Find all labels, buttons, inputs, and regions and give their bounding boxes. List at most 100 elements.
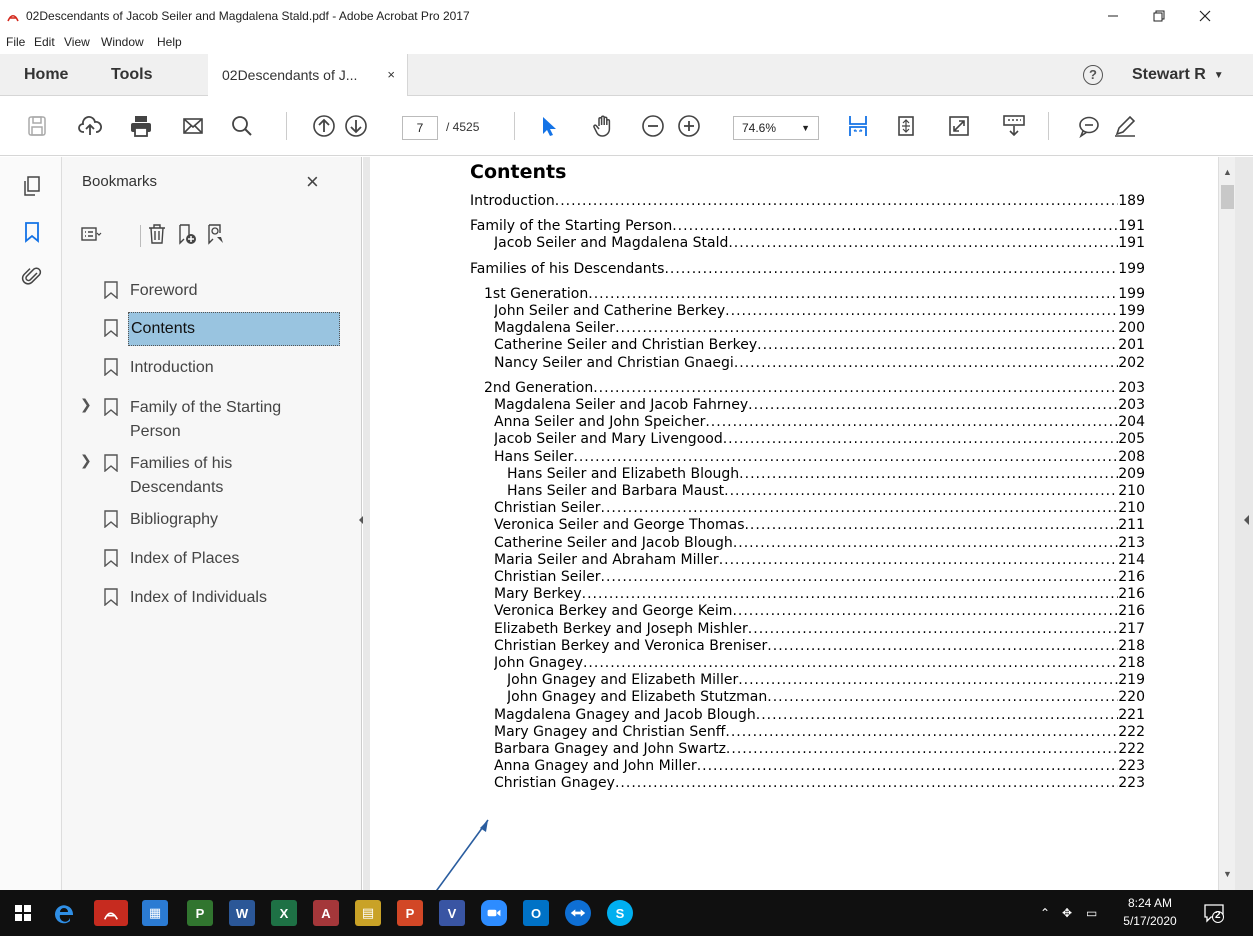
dropbox-tray-icon[interactable]: ✥ bbox=[1062, 890, 1072, 936]
bookmarks-button[interactable] bbox=[21, 221, 43, 243]
scrollbar-thumb[interactable] bbox=[1221, 185, 1234, 209]
project-taskbar-button[interactable]: P bbox=[187, 900, 213, 926]
chevron-right-icon[interactable]: ❯ bbox=[80, 452, 92, 469]
attachments-button[interactable] bbox=[21, 265, 43, 287]
toc-entry[interactable]: John Gnagey and Elizabeth Stutzman 220 bbox=[507, 689, 1145, 707]
toc-entry[interactable]: John Gnagey and Elizabeth Miller 219 bbox=[507, 672, 1145, 690]
fit-page-button[interactable] bbox=[845, 113, 871, 139]
document-viewport[interactable]: Contents Introduction 189 Family of the St… bbox=[363, 157, 1253, 890]
tab-document[interactable]: 02Descendants of J... × bbox=[208, 54, 408, 96]
toc-entry[interactable]: Hans Seiler and Elizabeth Blough 209 bbox=[507, 466, 1145, 484]
toc-entry[interactable]: Hans Seiler 208 bbox=[494, 449, 1145, 467]
zoom-out-button[interactable] bbox=[640, 113, 666, 139]
toc-entry[interactable]: Family of the Starting Person 191 bbox=[470, 218, 1145, 236]
toc-entry[interactable]: Hans Seiler and Barbara Maust 210 bbox=[507, 483, 1145, 501]
toc-entry[interactable]: Barbara Gnagey and John Swartz 222 bbox=[494, 741, 1145, 759]
skype-taskbar-button[interactable]: S bbox=[607, 900, 633, 926]
tab-home[interactable]: Home bbox=[24, 54, 68, 96]
toc-entry[interactable]: John Gnagey 218 bbox=[494, 655, 1145, 673]
toc-entry[interactable]: 1st Generation 199 bbox=[484, 286, 1145, 304]
hand-tool-button[interactable] bbox=[590, 113, 616, 139]
toc-entry[interactable]: Mary Berkey 216 bbox=[494, 586, 1145, 604]
network-tray-icon[interactable]: ▭ bbox=[1086, 890, 1097, 936]
toc-entry[interactable]: Christian Seiler 216 bbox=[494, 569, 1145, 587]
minimize-button[interactable] bbox=[1090, 4, 1136, 28]
show-hidden-icons[interactable]: ⌃ bbox=[1040, 890, 1050, 936]
page-thumbnails-button[interactable] bbox=[21, 175, 43, 197]
toc-entry[interactable]: Christian Seiler 210 bbox=[494, 500, 1145, 518]
email-button[interactable] bbox=[180, 113, 206, 139]
toc-entry[interactable]: Anna Seiler and John Speicher 204 bbox=[494, 414, 1145, 432]
help-icon[interactable]: ? bbox=[1083, 65, 1103, 85]
next-page-button[interactable] bbox=[343, 113, 369, 139]
vertical-scrollbar[interactable]: ▲ ▼ bbox=[1218, 157, 1235, 890]
toc-entry[interactable]: Jacob Seiler and Mary Livengood 205 bbox=[494, 431, 1145, 449]
print-button[interactable] bbox=[128, 113, 154, 139]
user-account-menu[interactable]: Stewart R ▼ bbox=[1132, 54, 1224, 96]
previous-page-button[interactable] bbox=[311, 113, 337, 139]
scroll-down-icon[interactable]: ▼ bbox=[1223, 869, 1232, 879]
select-tool-button[interactable] bbox=[536, 113, 562, 139]
tab-tools[interactable]: Tools bbox=[111, 54, 152, 96]
visio-taskbar-button[interactable]: V bbox=[439, 900, 465, 926]
toc-entry[interactable]: Mary Gnagey and Christian Senff 222 bbox=[494, 724, 1145, 742]
teamviewer-taskbar-button[interactable] bbox=[565, 900, 591, 926]
toc-entry[interactable]: Magdalena Seiler 200 bbox=[494, 320, 1145, 338]
save-button[interactable] bbox=[24, 113, 50, 139]
highlight-button[interactable] bbox=[1112, 113, 1138, 139]
menu-view[interactable]: View bbox=[64, 35, 90, 49]
comment-button[interactable] bbox=[1076, 113, 1102, 139]
toc-entry[interactable]: Maria Seiler and Abraham Miller 214 bbox=[494, 552, 1145, 570]
edge-taskbar-button[interactable] bbox=[52, 900, 78, 926]
restore-button[interactable] bbox=[1136, 4, 1182, 28]
zoom-in-button[interactable] bbox=[676, 113, 702, 139]
toc-entry[interactable]: Veronica Berkey and George Keim 216 bbox=[494, 603, 1145, 621]
bookmark-options-button[interactable] bbox=[80, 223, 104, 247]
toc-entry[interactable]: Catherine Seiler and Jacob Blough 213 bbox=[494, 535, 1145, 553]
full-screen-button[interactable] bbox=[946, 113, 972, 139]
toc-entry[interactable]: Magdalena Gnagey and Jacob Blough 221 bbox=[494, 707, 1145, 725]
menu-window[interactable]: Window bbox=[101, 35, 144, 49]
toc-entry[interactable]: Elizabeth Berkey and Joseph Mishler 217 bbox=[494, 621, 1145, 639]
outlook-taskbar-button[interactable]: O bbox=[523, 900, 549, 926]
menu-edit[interactable]: Edit bbox=[34, 35, 55, 49]
toc-entry[interactable]: Magdalena Seiler and Jacob Fahrney 203 bbox=[494, 397, 1145, 415]
scroll-up-icon[interactable]: ▲ bbox=[1223, 167, 1232, 177]
collapse-panel-right-icon[interactable] bbox=[1244, 515, 1249, 525]
toc-entry[interactable]: Christian Gnagey 223 bbox=[494, 775, 1145, 793]
outlook-contacts-taskbar-button[interactable]: ▦ bbox=[142, 900, 168, 926]
toc-entry[interactable]: Introduction 189 bbox=[470, 193, 1145, 211]
publisher-taskbar-button[interactable]: ▤ bbox=[355, 900, 381, 926]
access-taskbar-button[interactable]: A bbox=[313, 900, 339, 926]
toc-entry[interactable]: Veronica Seiler and George Thomas 211 bbox=[494, 517, 1145, 535]
fit-to-window-button[interactable] bbox=[893, 113, 919, 139]
toc-entry[interactable]: Catherine Seiler and Christian Berkey 20… bbox=[494, 337, 1145, 355]
toc-entry[interactable]: Christian Berkey and Veronica Breniser 2… bbox=[494, 638, 1145, 656]
find-button[interactable] bbox=[229, 113, 255, 139]
upload-button[interactable] bbox=[77, 113, 103, 139]
system-clock[interactable]: 8:24 AM 5/17/2020 bbox=[1120, 894, 1180, 930]
toc-entry[interactable]: Families of his Descendants 199 bbox=[470, 261, 1145, 279]
page-number-input[interactable]: 7 bbox=[402, 116, 438, 140]
close-window-button[interactable] bbox=[1182, 4, 1228, 28]
chevron-right-icon[interactable]: ❯ bbox=[80, 396, 92, 413]
close-bookmarks-icon[interactable]: × bbox=[306, 169, 319, 195]
toc-entry[interactable]: Anna Gnagey and John Miller 223 bbox=[494, 758, 1145, 776]
toc-entry[interactable]: Jacob Seiler and Magdalena Stald 191 bbox=[494, 235, 1145, 253]
notification-center-button[interactable]: 2 bbox=[1203, 902, 1225, 924]
zoom-taskbar-button[interactable] bbox=[481, 900, 507, 926]
menu-file[interactable]: File bbox=[6, 35, 25, 49]
scroll-mode-button[interactable] bbox=[1001, 113, 1027, 139]
delete-bookmark-button[interactable] bbox=[146, 223, 170, 247]
powerpoint-taskbar-button[interactable]: P bbox=[397, 900, 423, 926]
find-bookmark-button[interactable] bbox=[206, 223, 230, 247]
new-bookmark-button[interactable] bbox=[176, 223, 200, 247]
excel-taskbar-button[interactable]: X bbox=[271, 900, 297, 926]
acrobat-taskbar-button[interactable] bbox=[94, 900, 128, 926]
start-button[interactable] bbox=[10, 900, 36, 926]
close-tab-icon[interactable]: × bbox=[387, 67, 395, 82]
toc-entry[interactable]: 2nd Generation 203 bbox=[484, 380, 1145, 398]
toc-entry[interactable]: Nancy Seiler and Christian Gnaegi 202 bbox=[494, 355, 1145, 373]
word-taskbar-button[interactable]: W bbox=[229, 900, 255, 926]
toc-entry[interactable]: John Seiler and Catherine Berkey 199 bbox=[494, 303, 1145, 321]
